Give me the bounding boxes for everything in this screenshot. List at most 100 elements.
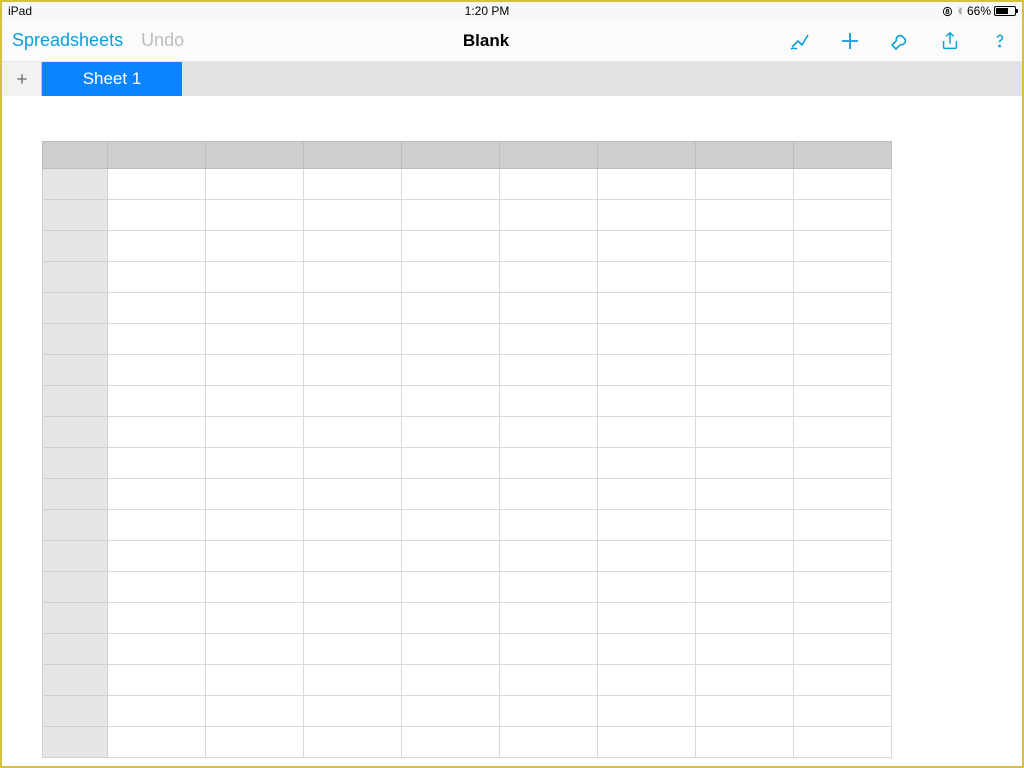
cell[interactable]: [108, 510, 206, 541]
row-header[interactable]: [43, 603, 108, 634]
cell[interactable]: [402, 200, 500, 231]
cell[interactable]: [794, 417, 892, 448]
row-header[interactable]: [43, 479, 108, 510]
cell[interactable]: [206, 169, 304, 200]
undo-button[interactable]: Undo: [141, 30, 184, 51]
cell[interactable]: [108, 572, 206, 603]
cell[interactable]: [304, 634, 402, 665]
cell[interactable]: [696, 417, 794, 448]
cell[interactable]: [304, 200, 402, 231]
cell[interactable]: [304, 386, 402, 417]
cell[interactable]: [500, 200, 598, 231]
cell[interactable]: [108, 634, 206, 665]
cell[interactable]: [304, 293, 402, 324]
column-header[interactable]: [402, 142, 500, 169]
back-button[interactable]: Spreadsheets: [12, 30, 123, 51]
cell[interactable]: [794, 634, 892, 665]
tools-wrench-icon[interactable]: [888, 29, 912, 53]
cell[interactable]: [696, 727, 794, 758]
cell[interactable]: [304, 603, 402, 634]
cell[interactable]: [108, 355, 206, 386]
cell[interactable]: [108, 665, 206, 696]
cell[interactable]: [500, 169, 598, 200]
cell[interactable]: [206, 603, 304, 634]
row-header[interactable]: [43, 386, 108, 417]
row-header[interactable]: [43, 262, 108, 293]
cell[interactable]: [696, 169, 794, 200]
cell[interactable]: [108, 541, 206, 572]
cell[interactable]: [794, 665, 892, 696]
cell[interactable]: [304, 696, 402, 727]
row-header[interactable]: [43, 417, 108, 448]
cell[interactable]: [598, 355, 696, 386]
cell[interactable]: [402, 355, 500, 386]
cell[interactable]: [108, 200, 206, 231]
spreadsheet-grid[interactable]: [42, 141, 892, 758]
row-header[interactable]: [43, 169, 108, 200]
cell[interactable]: [500, 448, 598, 479]
row-header[interactable]: [43, 293, 108, 324]
row-header[interactable]: [43, 200, 108, 231]
cell[interactable]: [794, 727, 892, 758]
cell[interactable]: [696, 541, 794, 572]
cell[interactable]: [402, 665, 500, 696]
cell[interactable]: [206, 262, 304, 293]
cell[interactable]: [794, 324, 892, 355]
cell[interactable]: [108, 293, 206, 324]
cell[interactable]: [402, 324, 500, 355]
cell[interactable]: [402, 510, 500, 541]
cell[interactable]: [794, 293, 892, 324]
cell[interactable]: [696, 355, 794, 386]
row-header[interactable]: [43, 727, 108, 758]
cell[interactable]: [206, 293, 304, 324]
cell[interactable]: [598, 479, 696, 510]
cell[interactable]: [598, 665, 696, 696]
cell[interactable]: [794, 386, 892, 417]
cell[interactable]: [696, 696, 794, 727]
row-header[interactable]: [43, 696, 108, 727]
cell[interactable]: [500, 634, 598, 665]
cell[interactable]: [206, 355, 304, 386]
cell[interactable]: [402, 293, 500, 324]
column-header[interactable]: [43, 142, 108, 169]
column-header[interactable]: [696, 142, 794, 169]
cell[interactable]: [108, 417, 206, 448]
cell[interactable]: [696, 634, 794, 665]
row-header[interactable]: [43, 634, 108, 665]
column-header[interactable]: [108, 142, 206, 169]
cell[interactable]: [598, 386, 696, 417]
cell[interactable]: [696, 262, 794, 293]
cell[interactable]: [794, 510, 892, 541]
column-header[interactable]: [598, 142, 696, 169]
column-header[interactable]: [794, 142, 892, 169]
cell[interactable]: [402, 231, 500, 262]
cell[interactable]: [304, 231, 402, 262]
cell[interactable]: [108, 727, 206, 758]
row-header[interactable]: [43, 231, 108, 262]
cell[interactable]: [794, 479, 892, 510]
cell[interactable]: [206, 727, 304, 758]
row-header[interactable]: [43, 448, 108, 479]
cell[interactable]: [598, 603, 696, 634]
cell[interactable]: [206, 417, 304, 448]
cell[interactable]: [500, 727, 598, 758]
cell[interactable]: [304, 324, 402, 355]
cell[interactable]: [402, 541, 500, 572]
cell[interactable]: [598, 727, 696, 758]
cell[interactable]: [500, 510, 598, 541]
cell[interactable]: [696, 293, 794, 324]
cell[interactable]: [500, 324, 598, 355]
cell[interactable]: [598, 510, 696, 541]
cell[interactable]: [696, 665, 794, 696]
cell[interactable]: [206, 479, 304, 510]
cell[interactable]: [304, 665, 402, 696]
cell[interactable]: [304, 417, 402, 448]
cell[interactable]: [598, 169, 696, 200]
cell[interactable]: [206, 324, 304, 355]
cell[interactable]: [794, 200, 892, 231]
cell[interactable]: [598, 541, 696, 572]
cell[interactable]: [206, 696, 304, 727]
cell[interactable]: [696, 510, 794, 541]
cell[interactable]: [598, 572, 696, 603]
cell[interactable]: [402, 169, 500, 200]
